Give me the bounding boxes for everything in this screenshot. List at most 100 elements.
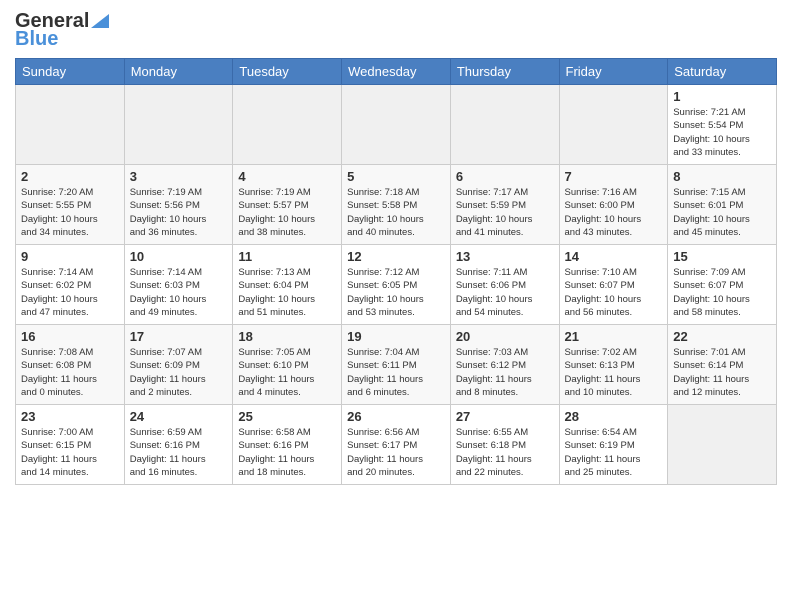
day-info: Sunrise: 7:03 AM Sunset: 6:12 PM Dayligh… xyxy=(456,346,554,399)
calendar-cell: 4 Sunrise: 7:19 AM Sunset: 5:57 PM Daylig… xyxy=(233,165,342,245)
calendar-cell xyxy=(668,405,777,485)
day-number: 9 xyxy=(21,249,119,264)
day-info: Sunrise: 6:56 AM Sunset: 6:17 PM Dayligh… xyxy=(347,426,445,479)
day-info: Sunrise: 7:14 AM Sunset: 6:02 PM Dayligh… xyxy=(21,266,119,319)
day-number: 19 xyxy=(347,329,445,344)
day-number: 24 xyxy=(130,409,228,424)
day-number: 16 xyxy=(21,329,119,344)
day-number: 20 xyxy=(456,329,554,344)
day-info: Sunrise: 7:16 AM Sunset: 6:00 PM Dayligh… xyxy=(565,186,663,239)
calendar-cell: 17Sunrise: 7:07 AM Sunset: 6:09 PM Dayli… xyxy=(124,325,233,405)
calendar-cell: 20 Sunrise: 7:03 AM Sunset: 6:12 PM Dayli… xyxy=(450,325,559,405)
day-info: Sunrise: 7:01 AM Sunset: 6:14 PM Dayligh… xyxy=(673,346,771,399)
calendar-week-row: 23 Sunrise: 7:00 AM Sunset: 6:15 PM Dayli… xyxy=(16,405,777,485)
day-info: Sunrise: 7:04 AM Sunset: 6:11 PM Dayligh… xyxy=(347,346,445,399)
calendar-cell xyxy=(342,85,451,165)
day-of-week-row: SundayMondayTuesdayWednesdayThursdayFrid… xyxy=(16,59,777,85)
day-number: 7 xyxy=(565,169,663,184)
logo-area: General Blue xyxy=(15,10,109,50)
day-info: Sunrise: 7:12 AM Sunset: 6:05 PM Dayligh… xyxy=(347,266,445,319)
calendar-week-row: 2 Sunrise: 7:20 AM Sunset: 5:55 PM Daylig… xyxy=(16,165,777,245)
day-of-week-header: Sunday xyxy=(16,59,125,85)
day-info: Sunrise: 7:17 AM Sunset: 5:59 PM Dayligh… xyxy=(456,186,554,239)
calendar-cell: 12 Sunrise: 7:12 AM Sunset: 6:05 PM Dayli… xyxy=(342,245,451,325)
day-of-week-header: Thursday xyxy=(450,59,559,85)
calendar-week-row: 9 Sunrise: 7:14 AM Sunset: 6:02 PM Daylig… xyxy=(16,245,777,325)
day-number: 11 xyxy=(238,249,336,264)
day-number: 4 xyxy=(238,169,336,184)
calendar-cell: 5Sunrise: 7:18 AM Sunset: 5:58 PM Daylig… xyxy=(342,165,451,245)
day-number: 15 xyxy=(673,249,771,264)
day-number: 6 xyxy=(456,169,554,184)
day-number: 13 xyxy=(456,249,554,264)
day-number: 3 xyxy=(130,169,228,184)
calendar-cell: 13 Sunrise: 7:11 AM Sunset: 6:06 PM Dayli… xyxy=(450,245,559,325)
calendar-cell: 10 Sunrise: 7:14 AM Sunset: 6:03 PM Dayli… xyxy=(124,245,233,325)
calendar-cell xyxy=(450,85,559,165)
day-info: Sunrise: 6:59 AM Sunset: 6:16 PM Dayligh… xyxy=(130,426,228,479)
calendar-cell: 11 Sunrise: 7:13 AM Sunset: 6:04 PM Dayli… xyxy=(233,245,342,325)
calendar-cell: 16 Sunrise: 7:08 AM Sunset: 6:08 PM Dayli… xyxy=(16,325,125,405)
calendar-cell: 9 Sunrise: 7:14 AM Sunset: 6:02 PM Daylig… xyxy=(16,245,125,325)
day-info: Sunrise: 7:05 AM Sunset: 6:10 PM Dayligh… xyxy=(238,346,336,399)
calendar-cell xyxy=(124,85,233,165)
day-number: 18 xyxy=(238,329,336,344)
calendar-cell xyxy=(233,85,342,165)
day-info: Sunrise: 7:18 AM Sunset: 5:58 PM Dayligh… xyxy=(347,186,445,239)
day-number: 28 xyxy=(565,409,663,424)
day-info: Sunrise: 7:20 AM Sunset: 5:55 PM Dayligh… xyxy=(21,186,119,239)
calendar-cell: 3 Sunrise: 7:19 AM Sunset: 5:56 PM Daylig… xyxy=(124,165,233,245)
calendar-cell: 26Sunrise: 6:56 AM Sunset: 6:17 PM Dayli… xyxy=(342,405,451,485)
day-number: 8 xyxy=(673,169,771,184)
calendar-cell: 23 Sunrise: 7:00 AM Sunset: 6:15 PM Dayli… xyxy=(16,405,125,485)
day-number: 21 xyxy=(565,329,663,344)
day-info: Sunrise: 7:11 AM Sunset: 6:06 PM Dayligh… xyxy=(456,266,554,319)
day-number: 27 xyxy=(456,409,554,424)
calendar-cell: 25 Sunrise: 6:58 AM Sunset: 6:16 PM Dayli… xyxy=(233,405,342,485)
logo-blue: Blue xyxy=(15,28,109,50)
day-info: Sunrise: 7:19 AM Sunset: 5:57 PM Dayligh… xyxy=(238,186,336,239)
day-of-week-header: Friday xyxy=(559,59,668,85)
calendar-cell: 8 Sunrise: 7:15 AM Sunset: 6:01 PM Daylig… xyxy=(668,165,777,245)
logo-chevron-icon xyxy=(91,14,109,28)
day-info: Sunrise: 7:19 AM Sunset: 5:56 PM Dayligh… xyxy=(130,186,228,239)
day-info: Sunrise: 7:08 AM Sunset: 6:08 PM Dayligh… xyxy=(21,346,119,399)
calendar-cell: 28 Sunrise: 6:54 AM Sunset: 6:19 PM Dayli… xyxy=(559,405,668,485)
day-number: 10 xyxy=(130,249,228,264)
day-info: Sunrise: 7:14 AM Sunset: 6:03 PM Dayligh… xyxy=(130,266,228,319)
day-number: 14 xyxy=(565,249,663,264)
day-number: 1 xyxy=(673,89,771,104)
calendar-cell: 1Sunrise: 7:21 AM Sunset: 5:54 PM Daylig… xyxy=(668,85,777,165)
header: General Blue xyxy=(15,10,777,50)
calendar-cell: 22 Sunrise: 7:01 AM Sunset: 6:14 PM Dayli… xyxy=(668,325,777,405)
logo: General Blue xyxy=(15,10,109,50)
day-of-week-header: Monday xyxy=(124,59,233,85)
calendar-cell xyxy=(559,85,668,165)
day-info: Sunrise: 7:15 AM Sunset: 6:01 PM Dayligh… xyxy=(673,186,771,239)
day-info: Sunrise: 7:13 AM Sunset: 6:04 PM Dayligh… xyxy=(238,266,336,319)
calendar-cell: 18 Sunrise: 7:05 AM Sunset: 6:10 PM Dayli… xyxy=(233,325,342,405)
day-number: 12 xyxy=(347,249,445,264)
day-of-week-header: Saturday xyxy=(668,59,777,85)
day-number: 22 xyxy=(673,329,771,344)
calendar: SundayMondayTuesdayWednesdayThursdayFrid… xyxy=(15,58,777,485)
calendar-cell: 24 Sunrise: 6:59 AM Sunset: 6:16 PM Dayli… xyxy=(124,405,233,485)
page: General Blue SundayMondayTuesdayWednesda… xyxy=(0,0,792,612)
day-number: 23 xyxy=(21,409,119,424)
calendar-cell: 21 Sunrise: 7:02 AM Sunset: 6:13 PM Dayli… xyxy=(559,325,668,405)
day-info: Sunrise: 6:54 AM Sunset: 6:19 PM Dayligh… xyxy=(565,426,663,479)
calendar-cell: 27Sunrise: 6:55 AM Sunset: 6:18 PM Dayli… xyxy=(450,405,559,485)
day-info: Sunrise: 6:58 AM Sunset: 6:16 PM Dayligh… xyxy=(238,426,336,479)
day-info: Sunrise: 7:00 AM Sunset: 6:15 PM Dayligh… xyxy=(21,426,119,479)
calendar-cell: 2 Sunrise: 7:20 AM Sunset: 5:55 PM Daylig… xyxy=(16,165,125,245)
day-number: 2 xyxy=(21,169,119,184)
calendar-cell: 6 Sunrise: 7:17 AM Sunset: 5:59 PM Daylig… xyxy=(450,165,559,245)
day-number: 25 xyxy=(238,409,336,424)
calendar-week-row: 1Sunrise: 7:21 AM Sunset: 5:54 PM Daylig… xyxy=(16,85,777,165)
calendar-cell: 7 Sunrise: 7:16 AM Sunset: 6:00 PM Daylig… xyxy=(559,165,668,245)
calendar-cell xyxy=(16,85,125,165)
day-info: Sunrise: 7:02 AM Sunset: 6:13 PM Dayligh… xyxy=(565,346,663,399)
calendar-cell: 19 Sunrise: 7:04 AM Sunset: 6:11 PM Dayli… xyxy=(342,325,451,405)
calendar-cell: 14Sunrise: 7:10 AM Sunset: 6:07 PM Dayli… xyxy=(559,245,668,325)
day-of-week-header: Tuesday xyxy=(233,59,342,85)
